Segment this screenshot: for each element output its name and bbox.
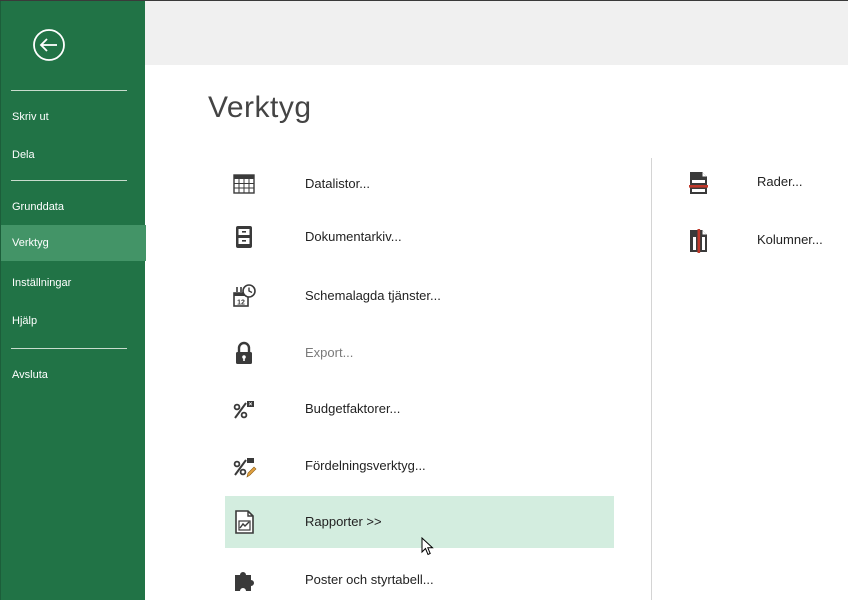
tool-label: Dokumentarkiv...	[305, 229, 402, 244]
tool-label: Poster och styrtabell...	[305, 572, 434, 587]
tool-document-archive[interactable]: Dokumentarkiv...	[225, 211, 614, 263]
sidebar-item-settings[interactable]: Inställningar	[1, 265, 146, 301]
tool-label: Budgetfaktorer...	[305, 401, 401, 416]
mouse-pointer-icon	[421, 537, 434, 556]
tool-label: Rapporter >>	[305, 514, 382, 529]
sidebar-item-exit[interactable]: Avsluta	[1, 357, 146, 393]
sidebar-separator	[11, 180, 127, 181]
tool-data-lists[interactable]: Datalistor...	[225, 158, 614, 210]
sidebar-separator	[11, 348, 127, 349]
back-button[interactable]	[32, 28, 66, 62]
tool-budget-factors[interactable]: × Budgetfaktorer...	[225, 383, 614, 435]
svg-text:×: ×	[249, 402, 253, 408]
svg-text:12: 12	[237, 300, 245, 307]
grid-table-icon	[233, 174, 255, 194]
column-divider	[651, 158, 652, 600]
tool-label: Kolumner...	[757, 232, 823, 247]
percent-pencil-icon	[233, 458, 257, 478]
archive-cabinet-icon	[236, 226, 252, 248]
percent-factor-icon: ×	[233, 401, 254, 419]
backstage-sidebar: Skriv ut Dela Grunddata Verktyg Inställn…	[0, 1, 146, 600]
tool-distribution[interactable]: Fördelningsverktyg...	[225, 440, 614, 492]
tool-export[interactable]: Export...	[225, 327, 614, 379]
tool-label: Datalistor...	[305, 176, 371, 191]
tool-label: Fördelningsverktyg...	[305, 458, 426, 473]
sidebar-item-basic-data[interactable]: Grunddata	[1, 189, 146, 225]
puzzle-piece-icon	[235, 572, 254, 591]
sidebar-item-print[interactable]: Skriv ut	[1, 99, 146, 135]
rows-document-icon	[689, 172, 708, 194]
tool-label: Rader...	[757, 174, 803, 189]
sidebar-item-tools[interactable]: Verktyg	[1, 225, 146, 261]
padlock-icon	[236, 341, 252, 364]
calendar-clock-icon: 12	[233, 284, 256, 307]
report-chart-icon	[235, 510, 254, 534]
tool-entries-control-table[interactable]: Poster och styrtabell...	[225, 554, 614, 606]
sidebar-separator	[11, 90, 127, 91]
columns-document-icon	[690, 229, 707, 253]
tool-scheduled-services[interactable]: 12 Schemalagda tjänster...	[225, 270, 614, 322]
page-title: Verktyg	[208, 91, 312, 124]
tool-reports[interactable]: Rapporter >>	[225, 496, 614, 548]
tool-label: Schemalagda tjänster...	[305, 288, 441, 303]
tool-label: Export...	[305, 345, 354, 360]
back-arrow-icon	[33, 29, 65, 61]
tool-rows[interactable]: Rader...	[680, 160, 848, 204]
sidebar-item-share[interactable]: Dela	[1, 137, 146, 173]
backstage-header-band	[145, 1, 848, 65]
sidebar-item-help[interactable]: Hjälp	[1, 303, 146, 339]
tool-columns[interactable]: Kolumner...	[680, 218, 848, 262]
